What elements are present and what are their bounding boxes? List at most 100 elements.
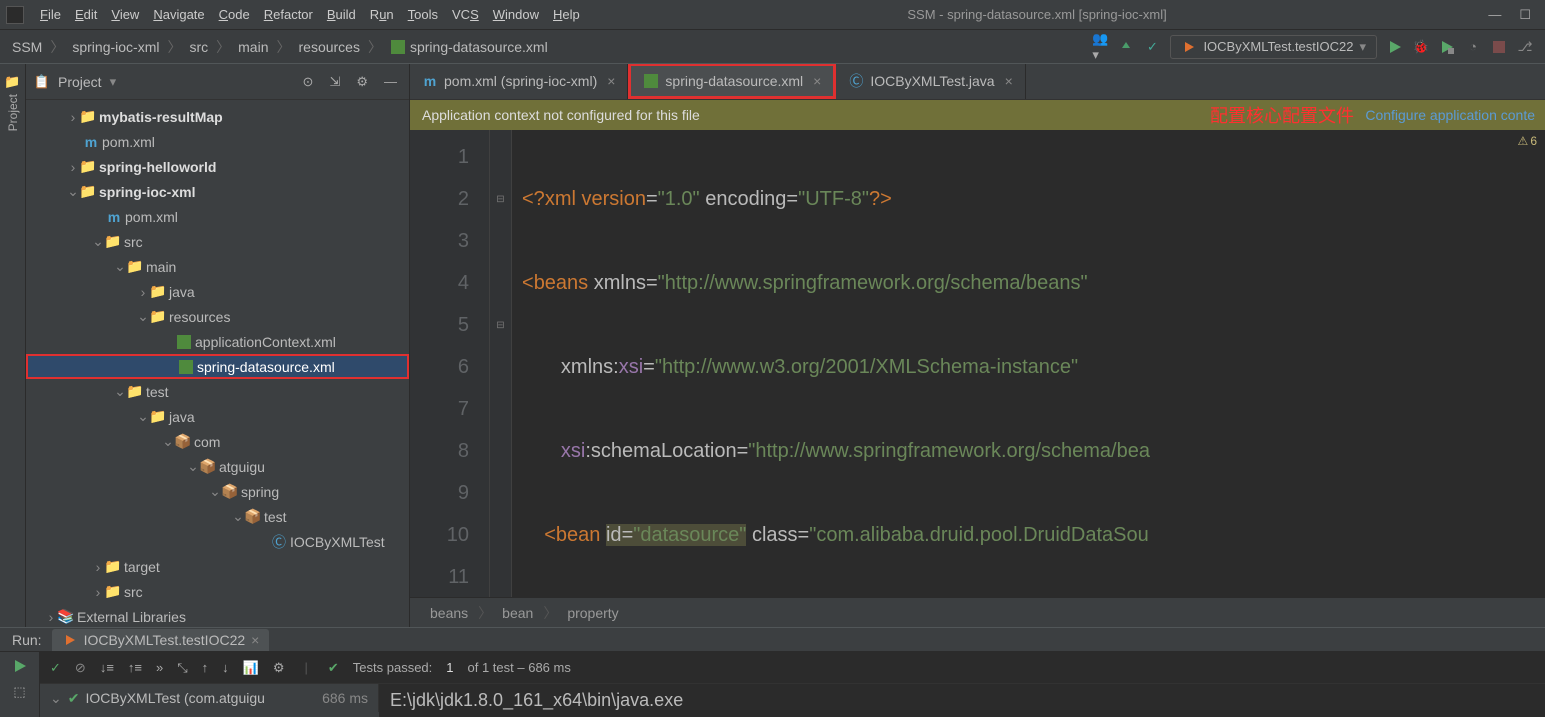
crumb-resources[interactable]: resources — [299, 39, 360, 55]
maven-icon: m — [422, 73, 438, 89]
rerun-button[interactable] — [12, 658, 28, 674]
close-icon[interactable]: × — [813, 73, 821, 89]
project-view-label[interactable]: Project — [58, 74, 102, 90]
tree-java[interactable]: ›📁java — [26, 279, 409, 304]
editor-tab-java[interactable]: ⒸIOCByXMLTest.java× — [836, 64, 1025, 99]
menu-file[interactable]: File — [34, 4, 67, 25]
debug-button[interactable]: 🐞 — [1413, 39, 1429, 55]
stop-button[interactable] — [1491, 39, 1507, 55]
tree-main[interactable]: ⌄📁main — [26, 254, 409, 279]
vcs-branch-icon[interactable]: ⎇ — [1517, 39, 1533, 55]
chevron-down-icon[interactable]: ▾ — [110, 74, 117, 90]
tree-src2[interactable]: ›📁src — [26, 579, 409, 604]
close-icon[interactable]: × — [607, 73, 615, 89]
folder-icon: 📁 — [127, 259, 143, 275]
maven-icon: m — [106, 209, 122, 225]
close-icon[interactable]: × — [1005, 73, 1013, 89]
menu-edit[interactable]: Edit — [69, 4, 103, 25]
inspection-widget[interactable]: ⚠6 — [1518, 134, 1537, 148]
show-ignored-icon[interactable]: ⊘ — [75, 660, 86, 676]
tree-src[interactable]: ⌄📁src — [26, 229, 409, 254]
tree-java-test[interactable]: ⌄📁java — [26, 404, 409, 429]
code-editor[interactable]: ⚠6 1234567891011 ⊟⊟ <?xml version="1.0" … — [410, 130, 1545, 597]
tree-pkg[interactable]: ⌄📦spring — [26, 479, 409, 504]
tree-module[interactable]: ›📁spring-helloworld — [26, 154, 409, 179]
spring-xml-icon — [643, 73, 659, 89]
crumb-main[interactable]: main — [238, 39, 268, 55]
editor-tab-pom[interactable]: mpom.xml (spring-ioc-xml)× — [410, 64, 628, 99]
show-passed-icon[interactable]: ✓ — [50, 660, 61, 676]
menu-vcs[interactable]: VCS — [446, 4, 485, 25]
sort-down-icon[interactable]: ↓≡ — [100, 660, 114, 675]
crumb-src[interactable]: src — [189, 39, 208, 55]
run-tab[interactable]: IOCByXMLTest.testIOC22 × — [52, 629, 270, 651]
test-run-icon — [1181, 39, 1197, 55]
tree-module[interactable]: ›📁mybatis-resultMap — [26, 104, 409, 129]
menu-tools[interactable]: Tools — [402, 4, 444, 25]
fold-icon[interactable]: ⊟ — [490, 304, 511, 346]
test-run-icon — [62, 632, 78, 648]
test-tree[interactable]: ⌄ ✔ IOCByXMLTest (com.atguigu 686 ms — [40, 684, 380, 717]
fold-gutter[interactable]: ⊟⊟ — [490, 130, 512, 597]
tree-test[interactable]: ⌄📁test — [26, 379, 409, 404]
tree-target[interactable]: ›📁target — [26, 554, 409, 579]
maximize-icon[interactable]: ☐ — [1519, 7, 1531, 23]
fold-icon[interactable]: ⊟ — [490, 178, 511, 220]
package-icon: 📦 — [175, 434, 191, 450]
coverage-button[interactable] — [1439, 39, 1455, 55]
tree-xml[interactable]: applicationContext.xml — [26, 329, 409, 354]
profiler-button[interactable]: ◔ — [1465, 39, 1481, 55]
configure-context-link[interactable]: Configure application conte — [1365, 107, 1535, 123]
menu-view[interactable]: View — [105, 4, 145, 25]
vcs-commit-icon[interactable]: ✓ — [1144, 39, 1160, 55]
crumb-file[interactable]: spring-datasource.xml — [390, 39, 548, 55]
tree-pom[interactable]: mpom.xml — [26, 129, 409, 154]
select-opened-file-icon[interactable]: ⊙ — [299, 72, 318, 92]
code-area[interactable]: <?xml version="1.0" encoding="UTF-8"?> <… — [512, 130, 1545, 597]
crumb-module[interactable]: spring-ioc-xml — [72, 39, 159, 55]
expand-all-icon[interactable]: ⇲ — [325, 72, 344, 92]
tool-settings-icon[interactable]: ⚙ — [352, 72, 372, 92]
tree-module-active[interactable]: ⌄📁spring-ioc-xml — [26, 179, 409, 204]
minimize-icon[interactable]: — — [1488, 7, 1501, 23]
prev-icon[interactable]: ↑ — [202, 660, 209, 675]
vcs-update-icon[interactable] — [1118, 39, 1134, 55]
crumb-project[interactable]: SSM — [12, 39, 42, 55]
tree-pkg[interactable]: ⌄📦test — [26, 504, 409, 529]
collapse-icon[interactable]: ⤡ — [177, 660, 187, 676]
crumb-bean[interactable]: bean — [502, 605, 533, 621]
console-output[interactable]: E:\jdk\jdk1.8.0_161_x64\bin\java.exe — [380, 684, 1545, 717]
toggle-button[interactable]: ⬚ — [12, 684, 28, 700]
structure-breadcrumbs: beans〉 bean〉 property — [410, 597, 1545, 627]
menu-refactor[interactable]: Refactor — [258, 4, 319, 25]
tree-class[interactable]: ⒸIOCByXMLTest — [26, 529, 409, 554]
project-tool-icon[interactable]: 📁 — [5, 74, 21, 90]
next-icon[interactable]: ↓ — [222, 660, 229, 675]
crumb-property[interactable]: property — [567, 605, 618, 621]
project-tree[interactable]: ›📁mybatis-resultMap mpom.xml ›📁spring-he… — [26, 100, 409, 627]
export-icon[interactable]: 📊 — [243, 660, 259, 676]
run-config-selector[interactable]: IOCByXMLTest.testIOC22 ▾ — [1170, 35, 1377, 59]
users-icon[interactable]: 👥▾ — [1092, 39, 1108, 55]
sort-up-icon[interactable]: ↑≡ — [128, 660, 142, 675]
crumb-beans[interactable]: beans — [430, 605, 468, 621]
hide-panel-icon[interactable]: — — [380, 72, 401, 91]
tree-pkg[interactable]: ⌄📦com — [26, 429, 409, 454]
tree-ext-lib[interactable]: ›📚External Libraries — [26, 604, 409, 627]
settings-icon[interactable]: ⚙ — [273, 660, 285, 676]
close-icon[interactable]: × — [251, 632, 259, 648]
run-button[interactable] — [1387, 39, 1403, 55]
menu-window[interactable]: Window — [487, 4, 545, 25]
tree-pkg[interactable]: ⌄📦atguigu — [26, 454, 409, 479]
expand-icon[interactable]: » — [156, 660, 163, 675]
menu-run[interactable]: Run — [364, 4, 400, 25]
menu-build[interactable]: Build — [321, 4, 362, 25]
tree-resources[interactable]: ⌄📁resources — [26, 304, 409, 329]
project-tool-label[interactable]: Project — [6, 94, 20, 131]
editor-tab-spring-ds[interactable]: spring-datasource.xml× — [628, 64, 836, 99]
tree-xml-selected[interactable]: spring-datasource.xml — [26, 354, 409, 379]
menu-code[interactable]: Code — [213, 4, 256, 25]
menu-help[interactable]: Help — [547, 4, 586, 25]
menu-navigate[interactable]: Navigate — [147, 4, 210, 25]
tree-pom[interactable]: mpom.xml — [26, 204, 409, 229]
